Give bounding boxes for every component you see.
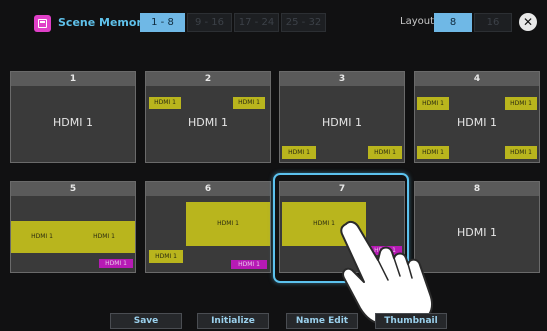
overlay-tile-right: HDMI 1 <box>368 146 402 159</box>
overlay-tile-top-right: HDMI 1 <box>505 97 537 110</box>
pointing-hand-icon <box>340 220 433 324</box>
cell-main-label: HDMI 1 <box>188 116 228 129</box>
split-tile-left: HDMI 1 <box>11 221 73 253</box>
scene-memory-icon <box>34 15 51 32</box>
layout-label: Layout <box>400 16 434 27</box>
cell-number: 1 <box>11 72 135 86</box>
close-icon[interactable]: ✕ <box>519 13 537 31</box>
overlay-tile-bottom-right: HDMI 1 <box>505 146 537 159</box>
page-title: Scene Memory <box>58 16 150 29</box>
pip-tile: HDMI 1 <box>231 260 267 269</box>
scene-cell-4[interactable]: 4 HDMI 1 HDMI 1 HDMI 1 HDMI 1 HDMI 1 <box>414 71 540 163</box>
save-button[interactable]: Save <box>110 313 182 329</box>
large-tile: HDMI 1 <box>186 202 270 246</box>
tab-25-32[interactable]: 25 - 32 <box>281 13 326 32</box>
layout-16-button[interactable]: 16 <box>474 13 512 32</box>
cell-preview: HDMI 1 HDMI 1 HDMI 1 <box>146 196 270 272</box>
pip-tile: HDMI 1 <box>99 259 133 268</box>
tab-9-16[interactable]: 9 - 16 <box>187 13 232 32</box>
layout-8-button[interactable]: 8 <box>434 13 472 32</box>
cell-number: 3 <box>280 72 404 86</box>
split-tile-right: HDMI 1 <box>73 221 135 253</box>
cell-number: 5 <box>11 182 135 196</box>
cell-number: 2 <box>146 72 270 86</box>
overlay-tile-left: HDMI 1 <box>149 97 181 109</box>
cell-preview: HDMI 1 <box>11 86 135 162</box>
tab-17-24[interactable]: 17 - 24 <box>234 13 279 32</box>
small-tile: HDMI 1 <box>149 250 183 263</box>
scene-cell-2[interactable]: 2 HDMI 1 HDMI 1 HDMI 1 <box>145 71 271 163</box>
scene-cell-5[interactable]: 5 HDMI 1 HDMI 1 HDMI 1 <box>10 181 136 273</box>
scene-cell-3[interactable]: 3 HDMI 1 HDMI 1 HDMI 1 <box>279 71 405 163</box>
name-edit-button[interactable]: Name Edit <box>286 313 358 329</box>
overlay-tile-right: HDMI 1 <box>233 97 265 109</box>
cell-number: 4 <box>415 72 539 86</box>
overlay-tile-bottom-left: HDMI 1 <box>417 146 449 159</box>
cell-preview: HDMI 1 HDMI 1 HDMI 1 <box>146 86 270 162</box>
action-bar: Save Initialize Name Edit Thumbnail <box>0 313 547 331</box>
tab-1-8[interactable]: 1 - 8 <box>140 13 185 32</box>
cell-preview: HDMI 1 HDMI 1 HDMI 1 <box>280 86 404 162</box>
overlay-tile-left: HDMI 1 <box>282 146 316 159</box>
cell-preview: HDMI 1 HDMI 1 HDMI 1 <box>11 196 135 272</box>
scene-cell-6[interactable]: 6 HDMI 1 HDMI 1 HDMI 1 <box>145 181 271 273</box>
cell-main-label: HDMI 1 <box>457 116 497 129</box>
cell-main-label: HDMI 1 <box>53 116 93 129</box>
scene-cell-1[interactable]: 1 HDMI 1 <box>10 71 136 163</box>
bank-tabs: 1 - 8 9 - 16 17 - 24 25 - 32 <box>140 13 326 32</box>
thumbnail-button[interactable]: Thumbnail <box>375 313 447 329</box>
cell-preview: HDMI 1 HDMI 1 HDMI 1 HDMI 1 HDMI 1 <box>415 86 539 162</box>
cell-number: 8 <box>415 182 539 196</box>
layout-toggle: 8 16 <box>434 13 512 32</box>
initialize-button[interactable]: Initialize <box>197 313 269 329</box>
cell-main-label: HDMI 1 <box>322 116 362 129</box>
header-bar: Scene Memory 1 - 8 9 - 16 17 - 24 25 - 3… <box>0 0 547 48</box>
cell-number: 6 <box>146 182 270 196</box>
scene-memory-screen: Scene Memory 1 - 8 9 - 16 17 - 24 25 - 3… <box>0 0 547 331</box>
overlay-tile-top-left: HDMI 1 <box>417 97 449 110</box>
